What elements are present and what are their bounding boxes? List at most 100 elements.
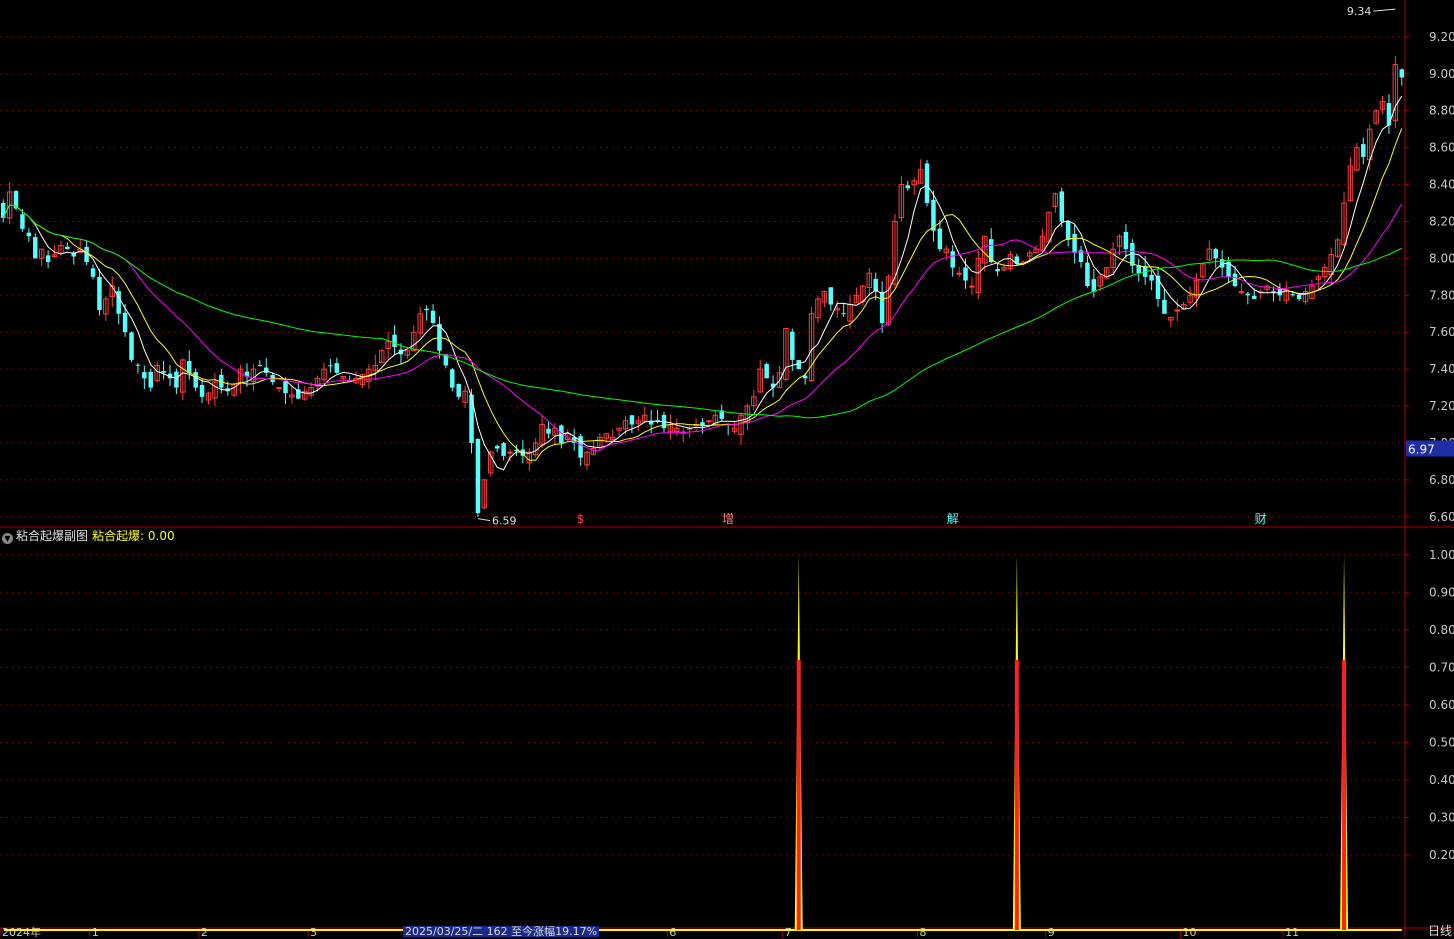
candle-body: [1213, 249, 1218, 259]
candle-body: [706, 420, 712, 423]
candle-body: [963, 267, 968, 281]
candle-body: [841, 313, 846, 315]
y-tick-label: 0.90: [1429, 585, 1454, 599]
y-tick-label: 1.00: [1429, 548, 1454, 562]
y-tick-label: 9.20: [1429, 30, 1454, 44]
y-tick-label: 9.00: [1429, 67, 1454, 81]
candle-body: [187, 361, 192, 373]
candle-body: [764, 364, 769, 379]
y-tick-label: 8.00: [1429, 251, 1454, 265]
y-tick-label: 7.80: [1429, 288, 1454, 302]
candle-body: [828, 287, 834, 305]
status-readout: 2025/03/25/二 162 至今涨幅19.17%: [403, 925, 600, 938]
x-tick-label: 3: [310, 926, 317, 937]
candle-body: [283, 381, 288, 394]
collapse-chevron-icon[interactable]: ▼: [2, 533, 13, 544]
y-tick-label: 0.80: [1429, 623, 1454, 637]
candle-body: [937, 228, 943, 250]
candle-body: [475, 439, 481, 514]
ma-line-ma10: [2, 128, 1403, 461]
y-tick-label: 6.80: [1429, 473, 1454, 487]
candle-body: [33, 237, 38, 259]
candle-body: [950, 251, 955, 268]
signal-spike-fill: [1014, 659, 1019, 930]
candle-body: [392, 334, 397, 347]
stock-chart[interactable]: 9.20 9.00 8.80 8.60 8.40 8.20 8.00 7.80 7.60 7.40…: [0, 0, 1454, 937]
candle-body: [796, 360, 801, 370]
x-tick-label: 8: [919, 926, 926, 937]
candle-body: [276, 387, 282, 390]
candle-body: [26, 232, 32, 237]
event-marker: 解: [947, 512, 959, 526]
y-tick-label: 7.40: [1429, 362, 1454, 376]
candle-body: [328, 365, 333, 367]
indicator-value: : 0.00: [140, 529, 175, 543]
candle-body: [1149, 274, 1154, 281]
candle-body: [1091, 279, 1097, 292]
candle-body: [1162, 299, 1167, 314]
candle-body: [122, 312, 128, 333]
signal-spike-fill: [796, 659, 801, 930]
ma-line-ma20: [2, 203, 1403, 452]
candle-body: [501, 443, 506, 456]
candle-body: [199, 385, 205, 397]
y-tick-label: 0.70: [1429, 660, 1454, 674]
candle-body: [430, 310, 436, 323]
candle-body: [1059, 191, 1065, 222]
event-marker: 增: [722, 512, 734, 526]
x-tick-label: 10: [1182, 926, 1196, 937]
candle-body: [20, 214, 25, 229]
candle-body: [1065, 221, 1071, 240]
x-tick-label: 11: [1285, 926, 1299, 937]
candle-body: [257, 365, 263, 367]
high-annotation: 9.34: [1347, 5, 1372, 18]
candle-body: [142, 372, 147, 379]
candle-body: [45, 255, 51, 263]
y-tick-label: 7.20: [1429, 399, 1454, 413]
x-tick-label: 1: [92, 926, 99, 937]
candle-body: [90, 268, 96, 277]
candle-body: [995, 269, 1000, 272]
y-tick-label: 0.60: [1429, 698, 1454, 712]
y-tick-label: 0.20: [1429, 848, 1454, 862]
low-pointer: [477, 518, 491, 522]
indicator-title-bar: ▼ 粘合起爆副图 粘合起爆: 0.00: [2, 528, 175, 544]
candle-body: [494, 445, 500, 449]
y-tick-label: 0.30: [1429, 810, 1454, 824]
ma-line-ma5: [2, 95, 1403, 471]
indicator-name: 粘合起爆副图: [16, 529, 89, 543]
indicator-series-label: 粘合起爆: [92, 529, 141, 543]
candle-body: [1174, 309, 1180, 312]
high-pointer: [1373, 8, 1396, 12]
candle-body: [456, 383, 461, 397]
candle-body: [1271, 291, 1276, 293]
candle-body: [790, 331, 795, 360]
y-tick-label: 8.40: [1429, 178, 1454, 192]
candle-body: [174, 371, 179, 388]
candle-body: [1399, 69, 1405, 78]
candle-body: [424, 308, 429, 311]
candle-body: [148, 371, 154, 388]
x-tick-label: 7: [785, 926, 792, 937]
y-tick-label: 8.20: [1429, 214, 1454, 228]
candle-body: [1072, 233, 1077, 253]
x-tick-label: 9: [1048, 926, 1055, 937]
x-tick-label: 6: [669, 926, 676, 937]
candle-body: [65, 246, 70, 250]
y-tick-label: 7.60: [1429, 325, 1454, 339]
signal-spike-fill: [1342, 659, 1347, 930]
event-marker: 财: [1255, 512, 1267, 526]
candle-body: [1290, 294, 1295, 296]
candle-body: [546, 428, 551, 434]
period-label[interactable]: 日线: [1428, 922, 1452, 939]
last-price-label: 6.97: [1408, 442, 1435, 456]
y-tick-label: 8.60: [1429, 141, 1454, 155]
candle-body: [879, 291, 885, 323]
candle-body: [1296, 294, 1302, 299]
candle-body: [969, 285, 975, 288]
y-tick-label: 0.40: [1429, 773, 1454, 787]
candle-body: [1245, 293, 1251, 296]
candle-body: [1386, 103, 1392, 126]
low-annotation: 6.59: [492, 515, 517, 528]
candle-body: [1123, 231, 1129, 250]
